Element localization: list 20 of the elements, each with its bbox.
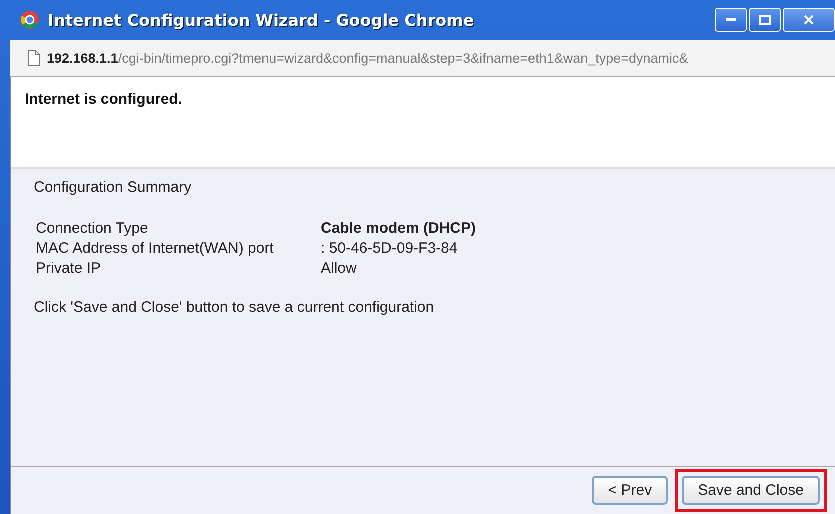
field-label: MAC Address of Internet(WAN) port	[36, 240, 275, 257]
field-value: Cable modem (DHCP)	[321, 220, 478, 237]
field-label: Private IP	[36, 260, 102, 277]
section-title: Configuration Summary	[34, 179, 193, 196]
field-value: Allow	[321, 260, 358, 277]
prev-button[interactable]: < Prev	[592, 476, 668, 505]
field-value: : 50-46-5D-09-F3-84	[321, 240, 459, 257]
status-message: Internet is configured.	[25, 91, 184, 108]
close-button[interactable]	[783, 8, 835, 32]
field-label: Connection Type	[36, 220, 150, 237]
maximize-button[interactable]	[749, 8, 781, 32]
window-title: Internet Configuration Wizard - Google Chrome	[48, 10, 474, 30]
browser-logo-icon	[20, 10, 40, 30]
instruction-text: Click 'Save and Close' button to save a current configuration	[34, 299, 436, 316]
page-icon	[28, 50, 41, 66]
minimize-icon	[726, 18, 736, 22]
close-icon	[804, 15, 814, 25]
save-close-button[interactable]: Save and Close	[682, 476, 820, 505]
minimize-button[interactable]	[715, 8, 747, 32]
maximize-icon	[759, 15, 771, 25]
